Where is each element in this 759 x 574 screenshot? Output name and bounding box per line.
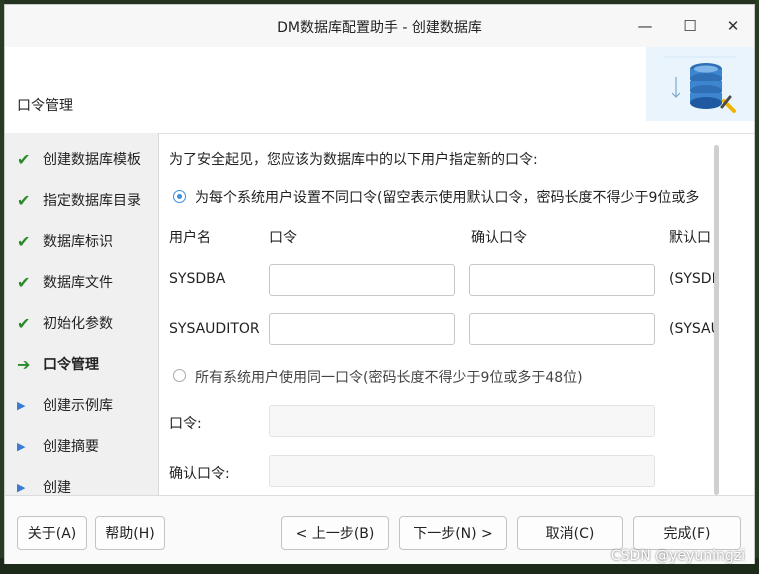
dm-dbca-window: DM数据库配置助手 - 创建数据库 — ☐ ✕ 口令管理 ✔ 创建数据库模板 ✔… — [4, 4, 755, 564]
scrollbar-thumb[interactable] — [714, 145, 719, 495]
steps-sidebar: ✔ 创建数据库模板 ✔ 指定数据库目录 ✔ 数据库标识 ✔ 数据库文件 ✔ 初始… — [5, 133, 159, 496]
step-label: 创建 — [43, 480, 71, 496]
triangle-right-icon: ▶ — [17, 439, 26, 453]
page-header: 口令管理 — [5, 47, 754, 134]
minimize-button[interactable]: — — [625, 13, 665, 39]
step-label: 初始化参数 — [43, 316, 113, 332]
radio-same-password[interactable] — [173, 369, 186, 382]
radio-same-password-label[interactable]: 所有系统用户使用同一口令(密码长度不得少于9位或多于48位) — [195, 367, 583, 387]
page-title: 口令管理 — [17, 98, 73, 114]
radio-different-passwords[interactable] — [173, 190, 186, 203]
same-confirm-label: 确认口令: — [169, 466, 230, 482]
sysauditor-default-value: (SYSAU — [669, 321, 719, 337]
background-terminal-right — [755, 0, 759, 574]
step-label: 创建数据库模板 — [43, 152, 141, 168]
step-label: 创建示例库 — [43, 398, 113, 414]
csdn-watermark: CSDN @yeyuningzi — [610, 548, 745, 564]
previous-button[interactable]: < 上一步(B) — [281, 516, 389, 550]
check-icon: ✔ — [17, 149, 31, 169]
same-password-field[interactable] — [269, 405, 655, 437]
step-label: 指定数据库目录 — [43, 193, 141, 209]
triangle-right-icon: ▶ — [17, 398, 26, 412]
step-db-identifier[interactable]: ✔ 数据库标识 — [5, 223, 158, 259]
check-icon: ✔ — [17, 190, 31, 210]
database-logo-icon — [646, 47, 754, 121]
column-confirm: 确认口令 — [471, 230, 527, 246]
sysdba-confirm-field[interactable] — [469, 264, 655, 296]
step-label: 数据库文件 — [43, 275, 113, 291]
maximize-button[interactable]: ☐ — [670, 13, 710, 39]
triangle-right-icon: ▶ — [17, 480, 26, 494]
step-password-management[interactable]: ➔ 口令管理 — [5, 346, 158, 382]
intro-text: 为了安全起见，您应该为数据库中的以下用户指定新的口令: — [169, 152, 538, 168]
arrow-right-icon: ➔ — [17, 354, 31, 374]
same-password-label: 口令: — [169, 416, 202, 432]
about-button[interactable]: 关于(A) — [17, 516, 87, 550]
sysauditor-confirm-field[interactable] — [469, 313, 655, 345]
check-icon: ✔ — [17, 231, 31, 251]
step-create-template[interactable]: ✔ 创建数据库模板 — [5, 141, 158, 177]
help-button[interactable]: 帮助(H) — [95, 516, 165, 550]
step-label: 创建摘要 — [43, 439, 99, 455]
column-username: 用户名 — [169, 230, 211, 246]
step-label: 数据库标识 — [43, 234, 113, 250]
close-button[interactable]: ✕ — [713, 13, 753, 39]
title-bar[interactable]: DM数据库配置助手 - 创建数据库 — ☐ ✕ — [5, 5, 754, 47]
radio-different-passwords-label[interactable]: 为每个系统用户设置不同口令(留空表示使用默认口令，密码长度不得少于9位或多 — [195, 187, 699, 207]
cancel-button[interactable]: 取消(C) — [517, 516, 623, 550]
column-password: 口令 — [269, 230, 297, 246]
sysdba-password-field[interactable] — [269, 264, 455, 296]
finish-button[interactable]: 完成(F) — [633, 516, 741, 550]
step-label: 口令管理 — [43, 357, 99, 373]
check-icon: ✔ — [17, 272, 31, 292]
sysdba-default-value: (SYSDI — [669, 271, 716, 287]
step-summary[interactable]: ▶ 创建摘要 — [5, 428, 158, 464]
password-panel: 为了安全起见，您应该为数据库中的以下用户指定新的口令: 为每个系统用户设置不同口… — [159, 133, 719, 495]
step-sample-db[interactable]: ▶ 创建示例库 — [5, 387, 158, 423]
column-default: 默认口 — [669, 230, 711, 246]
same-confirm-field[interactable] — [269, 455, 655, 487]
user-sysdba-label: SYSDBA — [169, 271, 226, 287]
check-icon: ✔ — [17, 313, 31, 333]
step-db-directory[interactable]: ✔ 指定数据库目录 — [5, 182, 158, 218]
vertical-scrollbar[interactable] — [713, 141, 721, 497]
next-button[interactable]: 下一步(N) > — [399, 516, 507, 550]
step-init-params[interactable]: ✔ 初始化参数 — [5, 305, 158, 341]
user-sysauditor-label: SYSAUDITOR — [169, 321, 260, 337]
step-db-files[interactable]: ✔ 数据库文件 — [5, 264, 158, 300]
sysauditor-password-field[interactable] — [269, 313, 455, 345]
